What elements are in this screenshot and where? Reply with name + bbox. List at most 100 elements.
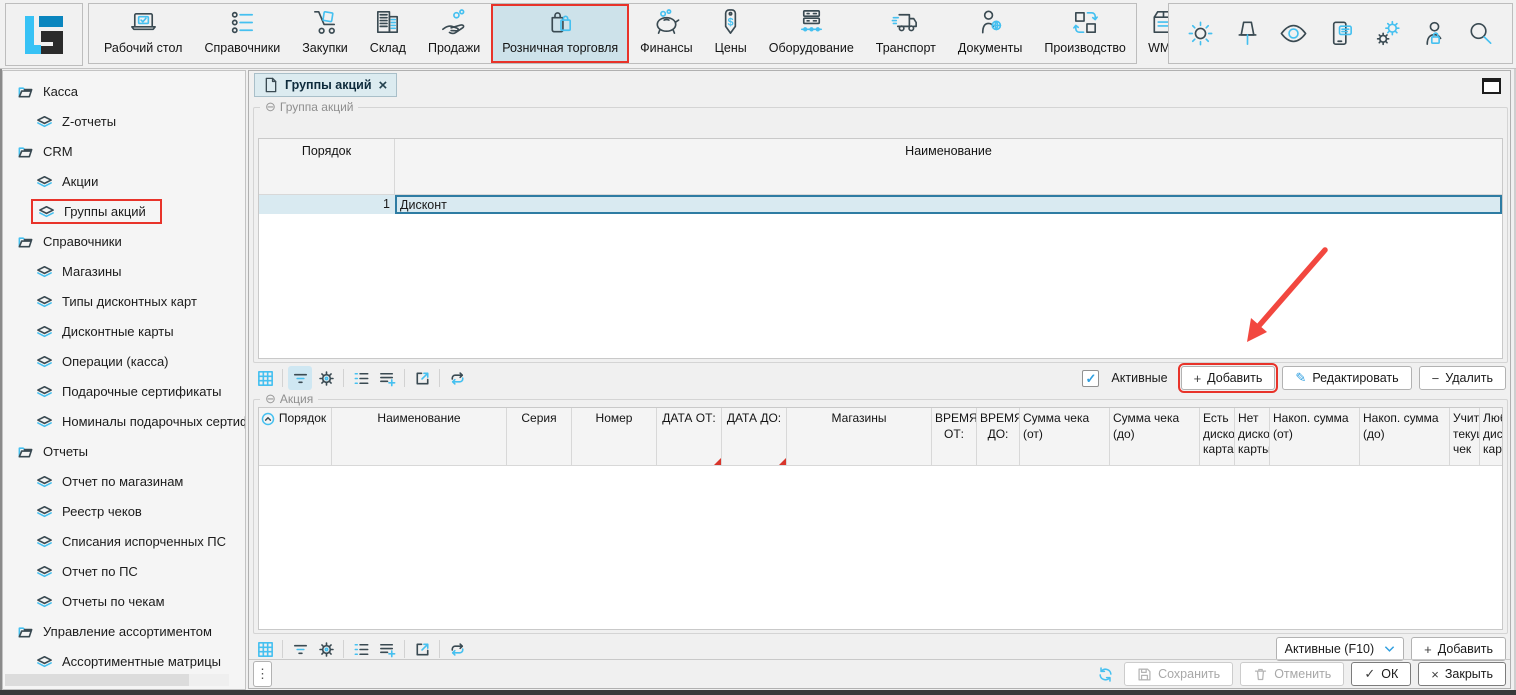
ok-button[interactable]: ✓ ОК: [1351, 662, 1411, 686]
filter-dropdown[interactable]: Активные (F10): [1276, 637, 1404, 661]
open-external-icon[interactable]: [410, 366, 434, 390]
open-external-icon[interactable]: [410, 637, 434, 661]
column-header[interactable]: Магазины: [787, 408, 932, 465]
sidebar-horizontal-scrollbar[interactable]: [5, 674, 229, 686]
add-button[interactable]: + Добавить: [1181, 366, 1276, 390]
add-action-button[interactable]: + Добавить: [1411, 637, 1506, 661]
tree-item[interactable]: Списания испорченных ПС: [3, 526, 245, 556]
collapse-icon[interactable]: ⊖: [265, 100, 276, 114]
tree-item[interactable]: CRM: [3, 136, 245, 166]
gear-icon[interactable]: [314, 637, 338, 661]
reload-icon[interactable]: [445, 637, 469, 661]
menu-item[interactable]: Рабочий стол: [93, 4, 193, 63]
tree-item[interactable]: Z-отчеты: [3, 106, 245, 136]
column-header-label: Нет дисконтной карты: [1238, 411, 1270, 456]
menu-item[interactable]: $Цены: [704, 4, 758, 63]
filter-icon[interactable]: [288, 366, 312, 390]
scrollbar-thumb[interactable]: [5, 674, 189, 686]
tree-item-label: Магазины: [62, 264, 122, 279]
pin-icon[interactable]: [1232, 18, 1263, 49]
add-list-icon[interactable]: [375, 637, 399, 661]
maximize-icon[interactable]: [1482, 78, 1501, 94]
table-row[interactable]: 1 Дисконт: [259, 195, 1502, 214]
tree-item[interactable]: Подарочные сертификаты: [3, 376, 245, 406]
tree-item[interactable]: Дисконтные карты: [3, 316, 245, 346]
refresh-button[interactable]: [1093, 662, 1117, 686]
menu-item[interactable]: Документы: [947, 4, 1033, 63]
filter-flag-icon: [714, 458, 721, 465]
edit-button[interactable]: ✎ Редактировать: [1282, 366, 1411, 390]
tab-promo-groups[interactable]: Группы акций ×: [254, 73, 397, 97]
user-lock-icon[interactable]: [1419, 18, 1450, 49]
menu-item-label: Документы: [958, 41, 1022, 55]
settings-gears-icon[interactable]: [1372, 18, 1403, 49]
column-header[interactable]: Есть дисконтная карта: [1200, 408, 1235, 465]
menu-item[interactable]: Продажи: [417, 4, 491, 63]
tab-close-icon[interactable]: ×: [379, 78, 388, 93]
numbered-list-icon[interactable]: [349, 637, 373, 661]
menu-item[interactable]: Розничная торговля: [491, 4, 629, 63]
column-header[interactable]: ВРЕМЯ ОТ:: [932, 408, 977, 465]
menu-item[interactable]: Оборудование: [758, 4, 865, 63]
column-header[interactable]: Номер: [572, 408, 657, 465]
menu-item[interactable]: Склад: [359, 4, 417, 63]
column-header[interactable]: ВРЕМЯ ДО:: [977, 408, 1020, 465]
save-button[interactable]: Сохранить: [1124, 662, 1233, 686]
tree-item[interactable]: Операции (касса): [3, 346, 245, 376]
column-header[interactable]: Серия: [507, 408, 572, 465]
search-icon[interactable]: [1465, 18, 1496, 49]
close-button[interactable]: × Закрыть: [1418, 662, 1506, 686]
app-logo[interactable]: [5, 3, 83, 66]
column-header[interactable]: Порядок: [259, 408, 332, 465]
table-grid-icon[interactable]: [253, 366, 277, 390]
reload-icon[interactable]: [445, 366, 469, 390]
menu-item[interactable]: Финансы: [629, 4, 703, 63]
column-header-name[interactable]: Наименование: [395, 139, 1502, 194]
collapse-icon[interactable]: ⊖: [265, 392, 276, 406]
menu-item[interactable]: Производство: [1033, 4, 1137, 63]
gear-icon[interactable]: [314, 366, 338, 390]
sun-icon[interactable]: [1185, 18, 1216, 49]
column-header-order[interactable]: Порядок: [259, 139, 395, 194]
overflow-menu-button[interactable]: ⋮: [253, 661, 272, 687]
tree-item[interactable]: Управление ассортиментом: [3, 616, 245, 646]
tree-item[interactable]: Группы акций: [3, 196, 245, 226]
active-checkbox[interactable]: ✓: [1082, 370, 1099, 387]
tree-item[interactable]: Магазины: [3, 256, 245, 286]
menu-item[interactable]: Справочники: [193, 4, 291, 63]
menu-item[interactable]: Транспорт: [865, 4, 947, 63]
column-header[interactable]: Накоп. сумма (до): [1360, 408, 1450, 465]
tree-item[interactable]: Акции: [3, 166, 245, 196]
column-header[interactable]: Сумма чека (от): [1020, 408, 1110, 465]
menu-item[interactable]: Закупки: [291, 4, 359, 63]
eye-icon[interactable]: [1278, 18, 1309, 49]
numbered-list-icon[interactable]: [349, 366, 373, 390]
cancel-button[interactable]: Отменить: [1240, 662, 1344, 686]
tree-item[interactable]: Отчет по ПС: [3, 556, 245, 586]
column-header[interactable]: Накоп. сумма (от): [1270, 408, 1360, 465]
tree-item[interactable]: Справочники: [3, 226, 245, 256]
add-list-icon[interactable]: [375, 366, 399, 390]
column-header[interactable]: Любая дисконтная карта: [1480, 408, 1502, 465]
messages-icon[interactable]: [1325, 18, 1356, 49]
tree-item[interactable]: Ассортиментные матрицы: [3, 646, 245, 676]
column-header[interactable]: ДАТА ДО:: [722, 408, 787, 465]
tree-item[interactable]: Номиналы подарочных сертифи: [3, 406, 245, 436]
tree-item[interactable]: Отчеты: [3, 436, 245, 466]
tree-item[interactable]: Отчет по магазинам: [3, 466, 245, 496]
column-header[interactable]: Нет дисконтной карты: [1235, 408, 1270, 465]
cell-order[interactable]: 1: [259, 195, 395, 214]
sort-ascending-icon[interactable]: [261, 412, 275, 431]
column-header[interactable]: ДАТА ОТ:: [657, 408, 722, 465]
filter-icon[interactable]: [288, 637, 312, 661]
tree-item[interactable]: Типы дисконтных карт: [3, 286, 245, 316]
column-header[interactable]: Учитывать текущий чек: [1450, 408, 1480, 465]
column-header[interactable]: Наименование: [332, 408, 507, 465]
cell-name-selected[interactable]: Дисконт: [395, 195, 1502, 214]
tree-item[interactable]: Отчеты по чекам: [3, 586, 245, 616]
delete-button[interactable]: − Удалить: [1419, 366, 1506, 390]
table-grid-icon[interactable]: [253, 637, 277, 661]
tree-item[interactable]: Реестр чеков: [3, 496, 245, 526]
column-header[interactable]: Сумма чека (до): [1110, 408, 1200, 465]
tree-item[interactable]: Касса: [3, 76, 245, 106]
